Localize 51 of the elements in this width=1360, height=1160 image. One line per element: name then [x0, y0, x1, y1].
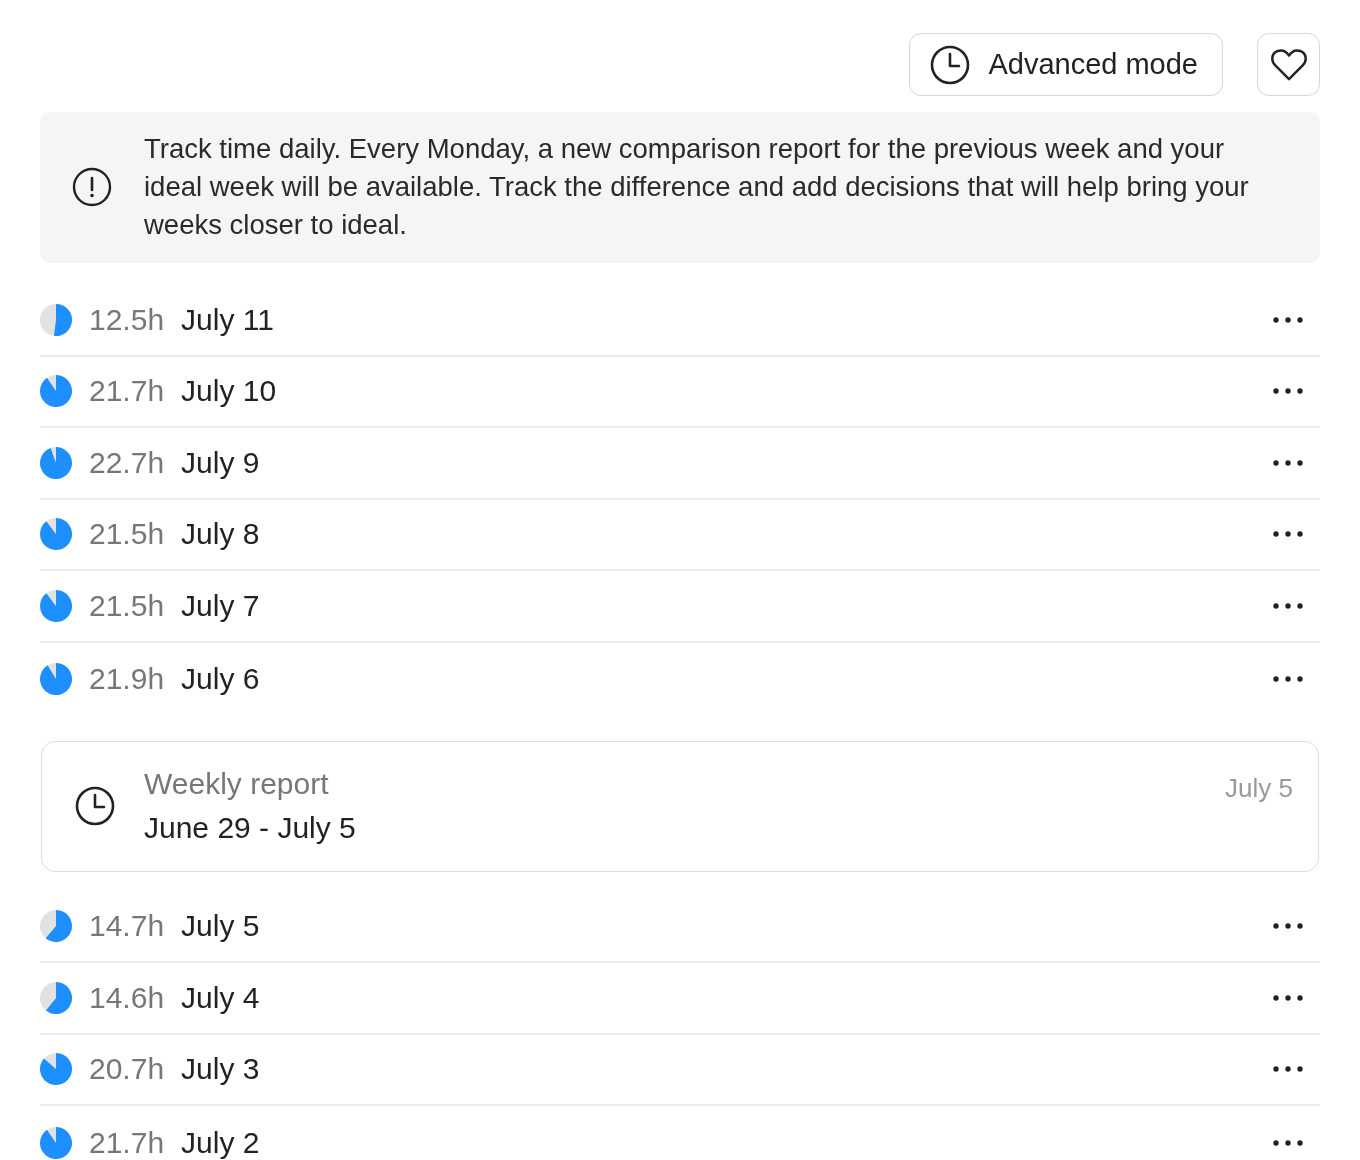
report-date-range: June 29 - July 5 — [144, 810, 356, 846]
more-icon[interactable] — [1273, 994, 1303, 1001]
pie-chart-icon — [40, 910, 72, 943]
pie-chart-icon — [40, 446, 72, 479]
hours-text: 21.9h — [89, 664, 165, 694]
hours-text: 14.6h — [89, 982, 165, 1013]
alert-icon — [72, 167, 112, 207]
favorite-button[interactable] — [1257, 33, 1320, 96]
hours-text: 21.7h — [89, 376, 165, 407]
date-text: July 4 — [181, 982, 260, 1013]
heart-icon — [1269, 47, 1308, 82]
date-text: July 7 — [181, 590, 260, 621]
more-icon[interactable] — [1273, 316, 1303, 323]
date-text: July 2 — [181, 1127, 260, 1158]
date-text: July 8 — [181, 519, 260, 550]
more-icon[interactable] — [1273, 388, 1303, 395]
pie-chart-icon — [40, 303, 72, 336]
pie-chart-icon — [40, 663, 72, 695]
more-icon[interactable] — [1273, 1139, 1303, 1146]
hours-text: 12.5h — [89, 304, 165, 335]
hours-text: 14.7h — [89, 911, 165, 942]
more-icon[interactable] — [1273, 1066, 1303, 1073]
date-text: July 6 — [181, 664, 260, 694]
hours-text: 20.7h — [89, 1054, 165, 1085]
pie-chart-icon — [40, 1126, 72, 1159]
date-text: July 9 — [181, 447, 260, 478]
more-icon[interactable] — [1273, 602, 1303, 609]
clock-icon — [930, 44, 971, 85]
date-text: July 5 — [181, 911, 260, 942]
weekly-report-card[interactable]: Weekly report June 29 - July 5 July 5 — [41, 740, 1319, 872]
hours-text: 22.7h — [89, 447, 165, 478]
date-text: July 3 — [181, 1054, 260, 1085]
hours-text: 21.7h — [89, 1127, 165, 1158]
more-icon[interactable] — [1273, 459, 1303, 466]
hours-text: 21.5h — [89, 519, 165, 550]
advanced-mode-button[interactable]: Advanced mode — [909, 33, 1223, 96]
more-icon[interactable] — [1273, 676, 1303, 682]
report-date: July 5 — [1225, 772, 1293, 804]
pie-chart-icon — [40, 981, 72, 1014]
date-text: July 10 — [181, 376, 277, 407]
more-icon[interactable] — [1273, 923, 1303, 930]
info-text: Track time daily. Every Monday, a new comparison report for the previous week and your ideal week will be available. Track the difference and add decisions that will help bring your weeks closer to ideal. — [144, 132, 1250, 242]
hours-text: 21.5h — [89, 590, 165, 621]
pie-chart-icon — [40, 375, 72, 408]
report-title: Weekly report — [144, 766, 330, 802]
pie-chart-icon — [40, 589, 72, 622]
clock-icon — [75, 786, 115, 826]
pie-chart-icon — [40, 518, 72, 551]
more-icon[interactable] — [1273, 531, 1303, 538]
pie-chart-icon — [40, 1053, 72, 1086]
date-text: July 11 — [181, 304, 274, 335]
